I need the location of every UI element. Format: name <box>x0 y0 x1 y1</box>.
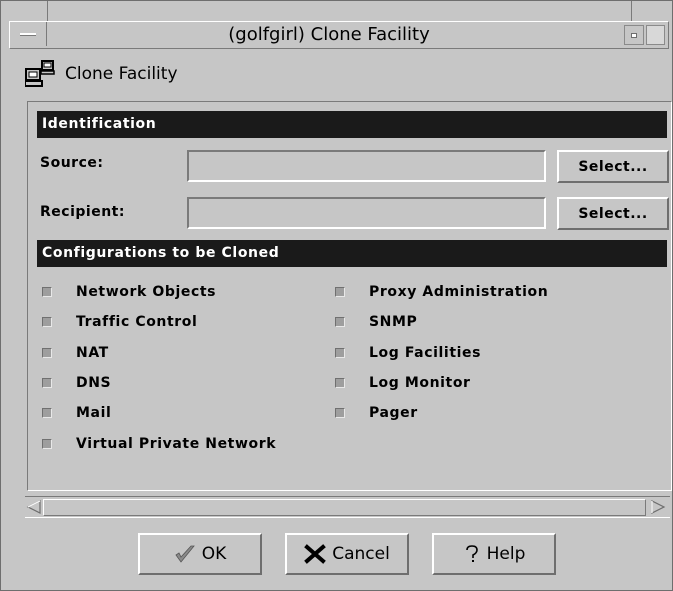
scroll-right-icon[interactable] <box>650 499 666 515</box>
title-bar[interactable]: (golfgirl) Clone Facility <box>9 21 669 49</box>
source-label: Source: <box>40 155 104 171</box>
question-mark-icon <box>465 545 478 562</box>
checkbox-box <box>335 378 345 388</box>
checkbox-label: Traffic Control <box>76 314 198 330</box>
window-frame-tick <box>631 1 632 21</box>
checkbox-pager[interactable]: Pager <box>335 405 418 421</box>
configurations-heading: Configurations to be Cloned <box>37 240 667 267</box>
checkbox-box <box>42 317 52 327</box>
checkbox-label: SNMP <box>369 314 418 330</box>
checkbox-label: Log Monitor <box>369 375 471 391</box>
checkbox-log-monitor[interactable]: Log Monitor <box>335 375 471 391</box>
checkbox-box <box>42 408 52 418</box>
identification-heading: Identification <box>37 111 667 138</box>
dialog-heading: Clone Facility <box>65 64 178 84</box>
checkbox-box <box>42 287 52 297</box>
checkbox-box <box>42 378 52 388</box>
recipient-label: Recipient: <box>40 204 125 220</box>
horizontal-scrollbar[interactable] <box>25 496 670 518</box>
window-title: (golfgirl) Clone Facility <box>228 24 430 45</box>
checkbox-proxy-administration[interactable]: Proxy Administration <box>335 284 548 300</box>
cancel-x-icon <box>304 544 327 564</box>
window-menu-icon <box>20 33 36 36</box>
checkbox-virtual-private-network[interactable]: Virtual Private Network <box>42 436 276 452</box>
dialog-header: Clone Facility <box>25 59 178 89</box>
checkbox-label: Proxy Administration <box>369 284 549 300</box>
minimize-icon <box>631 33 637 38</box>
checkbox-label: Network Objects <box>76 284 217 300</box>
window-frame-tick <box>47 1 48 21</box>
checkbox-dns[interactable]: DNS <box>42 375 111 391</box>
checkbox-label: Log Facilities <box>369 345 482 361</box>
source-field[interactable] <box>187 150 546 182</box>
cancel-label: Cancel <box>332 544 390 564</box>
checkbox-box <box>335 348 345 358</box>
scroll-left-icon[interactable] <box>26 499 42 515</box>
checkbox-label: NAT <box>76 345 109 361</box>
minimize-button[interactable] <box>624 25 644 45</box>
help-button[interactable]: Help <box>432 533 556 575</box>
checkbox-box <box>335 317 345 327</box>
checkbox-snmp[interactable]: SNMP <box>335 314 417 330</box>
help-label: Help <box>486 544 526 564</box>
checkbox-box <box>42 439 52 449</box>
checkbox-label: Virtual Private Network <box>76 436 277 452</box>
checkbox-box <box>335 287 345 297</box>
checkbox-label: Mail <box>76 405 112 421</box>
checkbox-log-facilities[interactable]: Log Facilities <box>335 345 481 361</box>
checkbox-label: DNS <box>76 375 112 391</box>
checkbox-box <box>42 348 52 358</box>
scrollbar-thumb[interactable] <box>43 499 646 516</box>
computer-icon <box>25 60 55 88</box>
checkmark-icon <box>175 545 195 563</box>
ok-label: OK <box>201 544 227 564</box>
checkbox-traffic-control[interactable]: Traffic Control <box>42 314 197 330</box>
clone-facility-window: (golfgirl) Clone Facility Clone Facility… <box>0 0 673 591</box>
ok-button[interactable]: OK <box>138 533 262 575</box>
window-menu-button[interactable] <box>10 22 47 46</box>
checkbox-label: Pager <box>369 405 418 421</box>
source-select-button[interactable]: Select... <box>557 150 669 183</box>
maximize-button[interactable] <box>646 25 665 45</box>
checkbox-nat[interactable]: NAT <box>42 345 109 361</box>
checkbox-mail[interactable]: Mail <box>42 405 111 421</box>
recipient-field[interactable] <box>187 197 546 229</box>
cancel-button[interactable]: Cancel <box>285 533 409 575</box>
checkbox-network-objects[interactable]: Network Objects <box>42 284 216 300</box>
clone-options-panel: Identification Source: Select... Recipie… <box>27 101 672 491</box>
checkbox-box <box>335 408 345 418</box>
recipient-select-button[interactable]: Select... <box>557 197 669 230</box>
